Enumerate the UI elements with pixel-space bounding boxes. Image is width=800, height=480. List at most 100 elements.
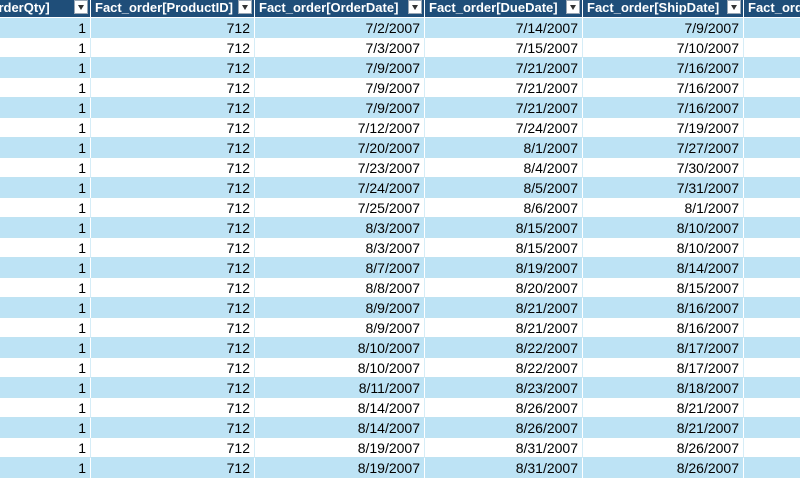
table-cell-productid[interactable]: 712 xyxy=(91,118,255,138)
table-cell-productid[interactable]: 712 xyxy=(91,458,255,478)
column-header-duedate[interactable]: Fact_order[DueDate] xyxy=(425,0,583,18)
table-row[interactable]: 1 712 7/25/2007 8/6/2007 8/1/2007 xyxy=(0,198,800,218)
filter-dropdown-icon[interactable] xyxy=(566,0,580,14)
table-cell-shipdate[interactable]: 8/16/2007 xyxy=(583,318,744,338)
table-cell-orderqty[interactable]: 1 xyxy=(0,198,91,218)
column-header-next[interactable]: Fact_orde xyxy=(744,0,800,18)
table-cell-productid[interactable]: 712 xyxy=(91,278,255,298)
table-cell-shipdate[interactable]: 7/16/2007 xyxy=(583,78,744,98)
table-cell-shipdate[interactable]: 8/10/2007 xyxy=(583,238,744,258)
table-cell-productid[interactable]: 712 xyxy=(91,258,255,278)
table-cell-duedate[interactable]: 8/6/2007 xyxy=(425,198,583,218)
table-cell-orderqty[interactable]: 1 xyxy=(0,378,91,398)
table-cell-productid[interactable]: 712 xyxy=(91,198,255,218)
table-cell-orderdate[interactable]: 7/20/2007 xyxy=(255,138,425,158)
table-cell-next[interactable] xyxy=(744,378,800,398)
table-cell-orderdate[interactable]: 7/9/2007 xyxy=(255,98,425,118)
table-cell-productid[interactable]: 712 xyxy=(91,78,255,98)
table-cell-shipdate[interactable]: 7/27/2007 xyxy=(583,138,744,158)
column-header-orderdate[interactable]: Fact_order[OrderDate] xyxy=(255,0,425,18)
table-cell-next[interactable] xyxy=(744,178,800,198)
table-cell-productid[interactable]: 712 xyxy=(91,158,255,178)
table-cell-duedate[interactable]: 8/5/2007 xyxy=(425,178,583,198)
table-cell-shipdate[interactable]: 8/26/2007 xyxy=(583,458,744,478)
table-row[interactable]: 1 712 7/9/2007 7/21/2007 7/16/2007 xyxy=(0,58,800,78)
table-cell-orderqty[interactable]: 1 xyxy=(0,178,91,198)
table-cell-duedate[interactable]: 8/22/2007 xyxy=(425,338,583,358)
table-cell-orderqty[interactable]: 1 xyxy=(0,258,91,278)
table-row[interactable]: 1 712 7/24/2007 8/5/2007 7/31/2007 xyxy=(0,178,800,198)
table-cell-shipdate[interactable]: 8/1/2007 xyxy=(583,198,744,218)
table-row[interactable]: 1 712 7/9/2007 7/21/2007 7/16/2007 xyxy=(0,98,800,118)
table-cell-duedate[interactable]: 7/21/2007 xyxy=(425,58,583,78)
table-cell-shipdate[interactable]: 7/19/2007 xyxy=(583,118,744,138)
table-cell-next[interactable] xyxy=(744,198,800,218)
table-cell-next[interactable] xyxy=(744,58,800,78)
table-cell-orderdate[interactable]: 7/23/2007 xyxy=(255,158,425,178)
table-cell-productid[interactable]: 712 xyxy=(91,378,255,398)
table-cell-duedate[interactable]: 7/24/2007 xyxy=(425,118,583,138)
table-cell-duedate[interactable]: 8/1/2007 xyxy=(425,138,583,158)
table-cell-shipdate[interactable]: 8/21/2007 xyxy=(583,418,744,438)
filter-dropdown-icon[interactable] xyxy=(238,0,252,14)
table-cell-orderdate[interactable]: 8/3/2007 xyxy=(255,218,425,238)
table-cell-duedate[interactable]: 8/26/2007 xyxy=(425,398,583,418)
table-cell-duedate[interactable]: 8/31/2007 xyxy=(425,458,583,478)
table-cell-shipdate[interactable]: 8/17/2007 xyxy=(583,358,744,378)
table-cell-next[interactable] xyxy=(744,338,800,358)
table-cell-next[interactable] xyxy=(744,38,800,58)
table-cell-orderqty[interactable]: 1 xyxy=(0,38,91,58)
table-cell-orderdate[interactable]: 8/14/2007 xyxy=(255,418,425,438)
table-cell-orderdate[interactable]: 8/3/2007 xyxy=(255,238,425,258)
table-cell-shipdate[interactable]: 8/10/2007 xyxy=(583,218,744,238)
table-cell-duedate[interactable]: 8/21/2007 xyxy=(425,298,583,318)
table-cell-productid[interactable]: 712 xyxy=(91,178,255,198)
table-cell-shipdate[interactable]: 8/14/2007 xyxy=(583,258,744,278)
table-row[interactable]: 1 712 8/10/2007 8/22/2007 8/17/2007 xyxy=(0,358,800,378)
table-cell-duedate[interactable]: 7/21/2007 xyxy=(425,78,583,98)
table-cell-orderqty[interactable]: 1 xyxy=(0,438,91,458)
table-cell-orderdate[interactable]: 7/9/2007 xyxy=(255,58,425,78)
table-cell-duedate[interactable]: 8/19/2007 xyxy=(425,258,583,278)
table-cell-shipdate[interactable]: 8/15/2007 xyxy=(583,278,744,298)
table-cell-productid[interactable]: 712 xyxy=(91,298,255,318)
table-row[interactable]: 1 712 7/12/2007 7/24/2007 7/19/2007 xyxy=(0,118,800,138)
table-cell-productid[interactable]: 712 xyxy=(91,358,255,378)
table-cell-next[interactable] xyxy=(744,138,800,158)
table-cell-productid[interactable]: 712 xyxy=(91,398,255,418)
table-cell-orderqty[interactable]: 1 xyxy=(0,78,91,98)
table-cell-productid[interactable]: 712 xyxy=(91,218,255,238)
table-cell-shipdate[interactable]: 7/16/2007 xyxy=(583,98,744,118)
table-cell-orderdate[interactable]: 7/24/2007 xyxy=(255,178,425,198)
table-cell-shipdate[interactable]: 7/10/2007 xyxy=(583,38,744,58)
table-cell-next[interactable] xyxy=(744,398,800,418)
column-header-orderqty[interactable]: [OrderQty] xyxy=(0,0,91,18)
table-cell-duedate[interactable]: 7/14/2007 xyxy=(425,18,583,38)
table-cell-next[interactable] xyxy=(744,98,800,118)
table-cell-orderqty[interactable]: 1 xyxy=(0,338,91,358)
table-cell-orderqty[interactable]: 1 xyxy=(0,158,91,178)
table-cell-duedate[interactable]: 8/23/2007 xyxy=(425,378,583,398)
table-cell-orderqty[interactable]: 1 xyxy=(0,238,91,258)
table-row[interactable]: 1 712 8/9/2007 8/21/2007 8/16/2007 xyxy=(0,298,800,318)
table-cell-productid[interactable]: 712 xyxy=(91,18,255,38)
table-row[interactable]: 1 712 7/2/2007 7/14/2007 7/9/2007 xyxy=(0,18,800,38)
table-row[interactable]: 1 712 8/7/2007 8/19/2007 8/14/2007 xyxy=(0,258,800,278)
table-cell-next[interactable] xyxy=(744,278,800,298)
table-cell-duedate[interactable]: 8/15/2007 xyxy=(425,238,583,258)
table-cell-duedate[interactable]: 7/15/2007 xyxy=(425,38,583,58)
table-row[interactable]: 1 712 8/19/2007 8/31/2007 8/26/2007 xyxy=(0,438,800,458)
table-cell-orderdate[interactable]: 8/10/2007 xyxy=(255,358,425,378)
table-cell-duedate[interactable]: 8/4/2007 xyxy=(425,158,583,178)
table-cell-orderqty[interactable]: 1 xyxy=(0,18,91,38)
table-cell-orderqty[interactable]: 1 xyxy=(0,278,91,298)
table-row[interactable]: 1 712 7/3/2007 7/15/2007 7/10/2007 xyxy=(0,38,800,58)
table-cell-productid[interactable]: 712 xyxy=(91,438,255,458)
table-cell-duedate[interactable]: 7/21/2007 xyxy=(425,98,583,118)
table-cell-next[interactable] xyxy=(744,158,800,178)
table-row[interactable]: 1 712 8/19/2007 8/31/2007 8/26/2007 xyxy=(0,458,800,478)
table-row[interactable]: 1 712 7/23/2007 8/4/2007 7/30/2007 xyxy=(0,158,800,178)
filter-dropdown-icon[interactable] xyxy=(408,0,422,14)
table-row[interactable]: 1 712 7/20/2007 8/1/2007 7/27/2007 xyxy=(0,138,800,158)
table-cell-duedate[interactable]: 8/22/2007 xyxy=(425,358,583,378)
